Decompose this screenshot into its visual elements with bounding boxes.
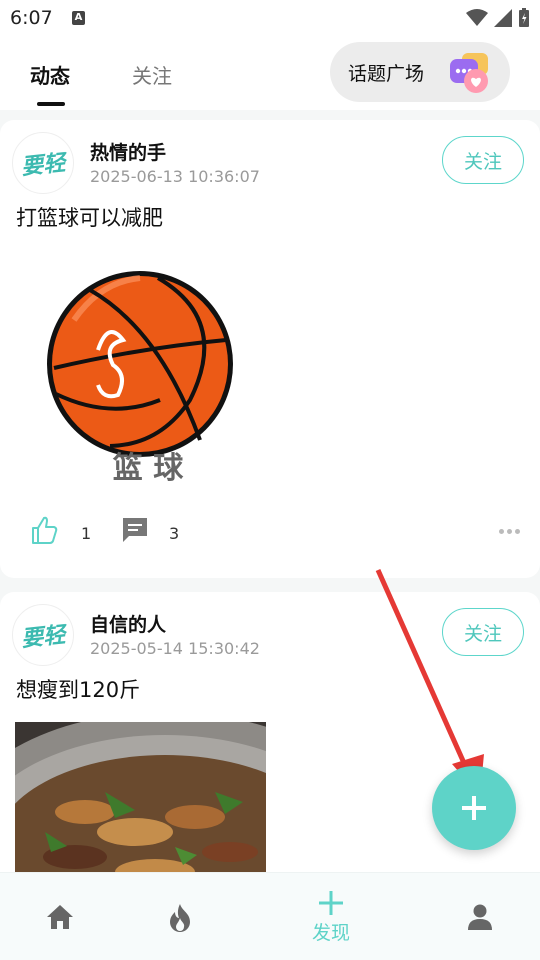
status-bar: 6:07 A bbox=[0, 0, 540, 36]
tab-follow[interactable]: 关注 bbox=[132, 60, 172, 89]
wifi-icon bbox=[466, 9, 488, 26]
status-time: 6:07 bbox=[10, 7, 53, 29]
post-feed[interactable]: 要轻 热情的手 2025-06-13 10:36:07 关注 打篮球可以减肥 篮… bbox=[0, 110, 540, 872]
signal-icon bbox=[494, 9, 512, 27]
basketball-image-caption: 篮 球 bbox=[113, 451, 184, 486]
topic-square-label: 话题广场 bbox=[348, 62, 425, 85]
fire-icon bbox=[170, 904, 190, 932]
post-content: 打篮球可以减肥 bbox=[16, 206, 163, 230]
like-count: 1 bbox=[81, 524, 92, 543]
post-card[interactable]: 要轻 热情的手 2025-06-13 10:36:07 关注 打篮球可以减肥 篮… bbox=[0, 120, 540, 578]
post-image-food[interactable] bbox=[15, 722, 266, 872]
post-username[interactable]: 自信的人 bbox=[90, 610, 166, 637]
follow-button[interactable]: 关注 bbox=[442, 136, 524, 184]
person-icon bbox=[468, 904, 492, 930]
post-image-basketball[interactable]: 篮 球 bbox=[40, 270, 240, 490]
plus-icon bbox=[319, 890, 343, 915]
thumbs-up-icon[interactable] bbox=[30, 515, 58, 545]
plus-icon bbox=[462, 796, 486, 820]
tab-dynamic[interactable]: 动态 bbox=[30, 60, 70, 89]
avatar[interactable]: 要轻 bbox=[12, 604, 74, 666]
post-actions: 1 3 bbox=[0, 515, 540, 555]
more-options-icon[interactable] bbox=[499, 529, 520, 534]
status-notification-icon: A bbox=[72, 11, 85, 25]
nav-discover-label: 发现 bbox=[311, 921, 350, 944]
avatar-logo-text: 要轻 bbox=[19, 149, 67, 181]
post-timestamp: 2025-06-13 10:36:07 bbox=[90, 167, 260, 186]
chat-bubbles-icon bbox=[450, 53, 488, 93]
home-icon bbox=[47, 905, 73, 929]
comment-icon[interactable] bbox=[122, 517, 148, 543]
battery-icon bbox=[519, 8, 529, 27]
post-timestamp: 2025-05-14 15:30:42 bbox=[90, 639, 260, 658]
nav-home[interactable] bbox=[30, 873, 90, 960]
post-content: 想瘦到120斤 bbox=[16, 678, 141, 702]
topic-square-button[interactable]: 话题广场 bbox=[330, 42, 510, 102]
bottom-navigation: 发现 bbox=[0, 872, 540, 960]
top-header: 动态 关注 话题广场 bbox=[0, 36, 540, 110]
add-post-fab[interactable] bbox=[432, 766, 516, 850]
nav-hot[interactable] bbox=[150, 873, 210, 960]
follow-button[interactable]: 关注 bbox=[442, 608, 524, 656]
avatar-logo-text: 要轻 bbox=[19, 621, 67, 653]
tab-indicator bbox=[37, 102, 65, 106]
nav-discover[interactable]: 发现 bbox=[296, 873, 366, 960]
comment-count: 3 bbox=[169, 524, 180, 543]
status-icons bbox=[466, 8, 530, 28]
post-username[interactable]: 热情的手 bbox=[90, 138, 166, 165]
avatar[interactable]: 要轻 bbox=[12, 132, 74, 194]
nav-profile[interactable] bbox=[450, 873, 510, 960]
